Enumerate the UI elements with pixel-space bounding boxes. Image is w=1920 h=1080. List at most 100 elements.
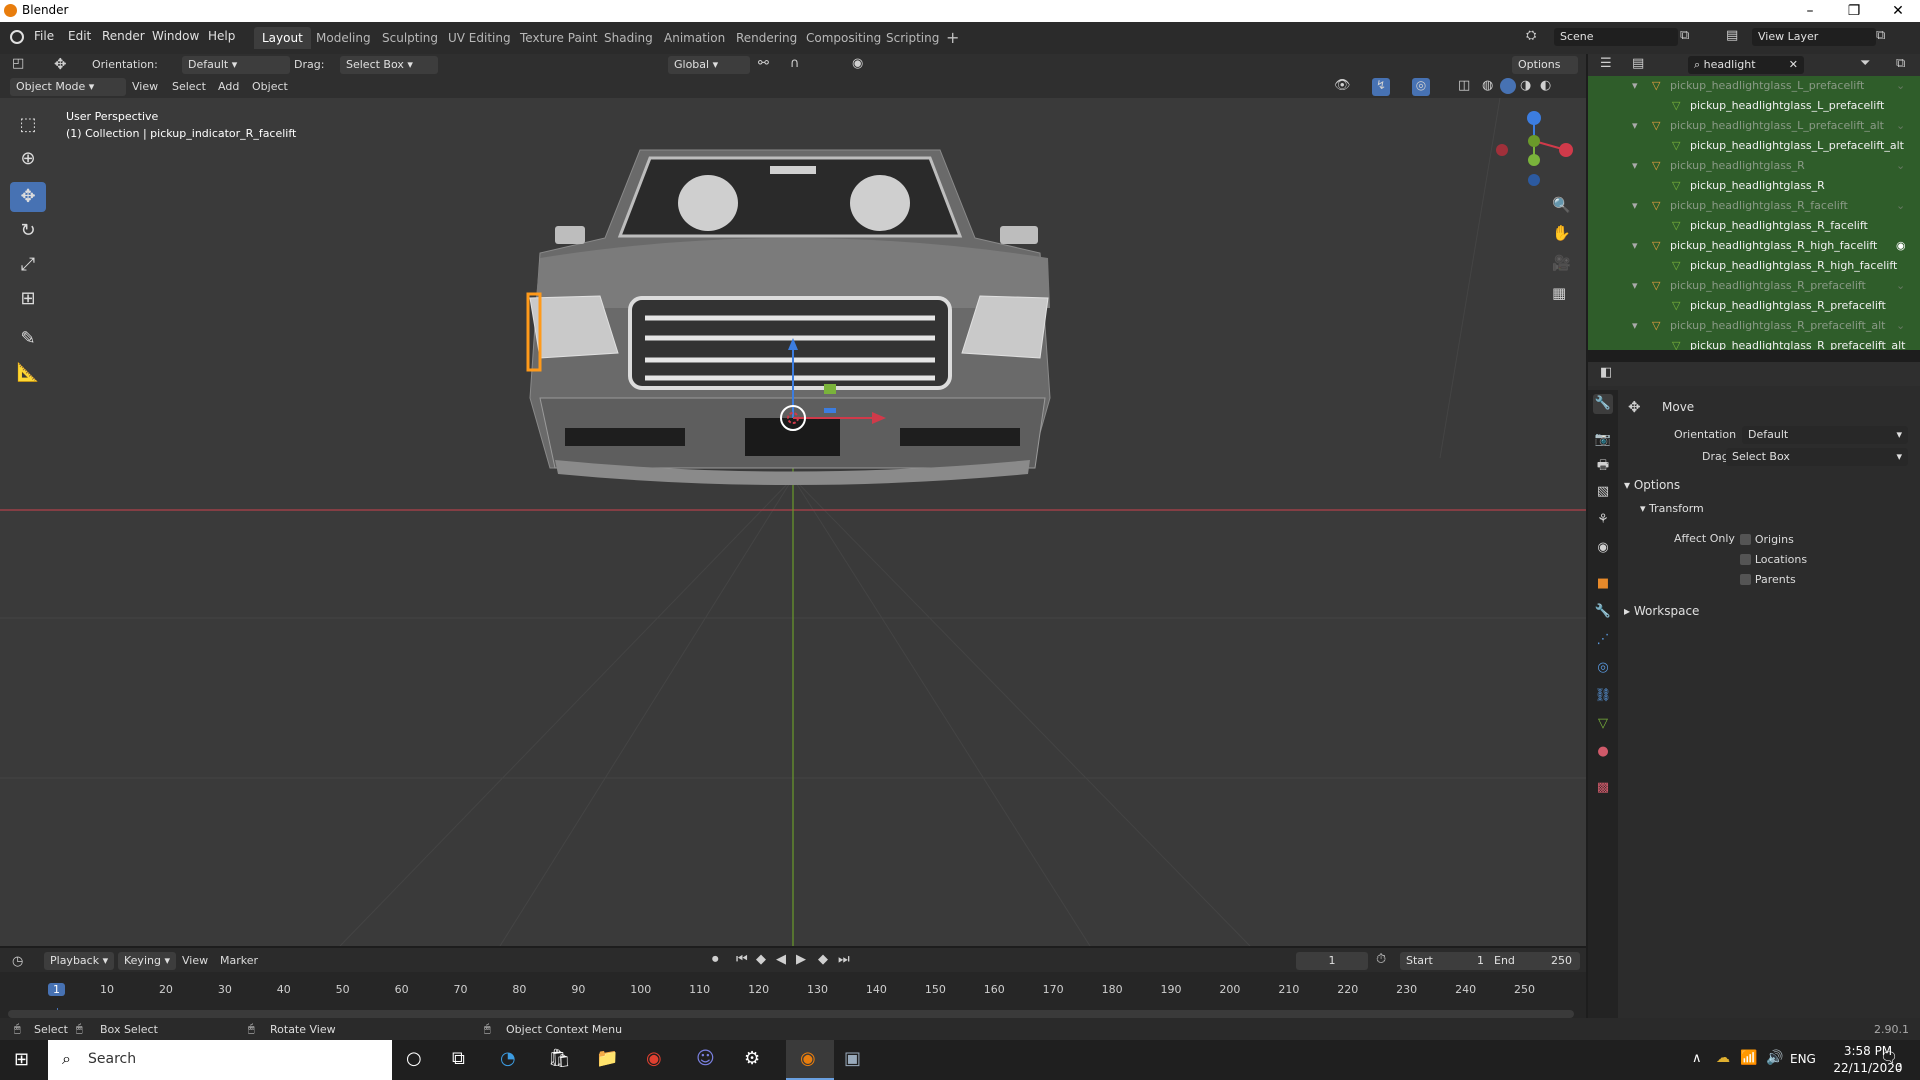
file-explorer-icon[interactable]: 📁 [596,1048,618,1069]
output-tab-icon[interactable]: 🖶 [1593,456,1613,476]
3d-viewport[interactable]: User Perspective (1) Collection | pickup… [0,98,1586,946]
playback-menu[interactable]: Playback ▾ [44,952,115,970]
scale-tool-icon[interactable]: ⤢ [10,250,46,280]
cursor-tool-icon[interactable]: ⊕ [10,144,46,174]
visibility-toggle-icon[interactable]: ◉ [1896,236,1906,256]
menu-render[interactable]: Render [102,29,145,43]
timeline-editor-type-icon[interactable]: ◷ [12,954,23,969]
tool-tab-icon[interactable]: 🔧 [1593,394,1613,414]
particles-tab-icon[interactable]: ⋰ [1593,630,1613,650]
outliner-row[interactable]: ▾ ▽ pickup_headlightglass_R_prefacelift_al… [1588,316,1920,336]
material-shading-icon[interactable]: ◑ [1520,78,1531,93]
jump-end-icon[interactable]: ⏭ [838,952,850,967]
display-mode-icon[interactable]: ▤ [1632,56,1644,71]
wireframe-shading-icon[interactable]: ◍ [1482,78,1493,93]
tray-chevron-icon[interactable]: ∧ [1692,1051,1702,1066]
tab-shading[interactable]: Shading [596,27,661,49]
visibility-toggle-icon[interactable]: ⌄ [1896,196,1905,216]
outliner-row[interactable]: ▽ pickup_headlightglass_R_prefacelift_alt [1588,336,1920,350]
tab-uv-editing[interactable]: UV Editing [440,27,519,49]
constraints-tab-icon[interactable]: ⛓ [1593,686,1613,706]
data-tab-icon[interactable]: ▽ [1593,714,1613,734]
scene-name-field[interactable]: Scene [1554,28,1678,46]
physics-tab-icon[interactable]: ◎ [1593,658,1613,678]
tab-rendering[interactable]: Rendering [728,27,805,49]
jump-keyframe-forward-icon[interactable]: ◆ [818,952,828,967]
drag-dropdown[interactable]: Select Box ▾ [340,56,438,74]
expand-chevron-icon[interactable]: ▾ [1632,76,1638,96]
properties-editor-type-icon[interactable]: ◧ [1600,365,1612,380]
options-dropdown[interactable]: Options [1512,56,1578,74]
transform-tool-icon[interactable]: ⊞ [10,284,46,314]
outliner-row[interactable]: ▾ ▽ pickup_headlightglass_L_prefacelift_al… [1588,116,1920,136]
transform-panel-header[interactable]: ▾ Transform [1640,502,1704,515]
material-tab-icon[interactable]: ● [1593,742,1613,762]
tab-texture-paint[interactable]: Texture Paint [512,27,605,49]
origins-checkbox[interactable]: Origins [1740,532,1794,546]
store-icon[interactable]: 🛍 [548,1048,571,1069]
visibility-toggle-icon[interactable]: ⌄ [1896,156,1905,176]
discord-icon[interactable]: ☺ [696,1048,715,1069]
visibility-icon[interactable]: 👁 [1334,78,1351,93]
overlay-toggle-icon[interactable]: ◎ [1412,78,1430,96]
view-layer-tab-icon[interactable]: ▧ [1593,482,1613,502]
outliner-search-input[interactable]: ⌕ headlight ✕ [1688,56,1804,74]
object-tab-icon[interactable]: ■ [1593,574,1613,594]
menu-help[interactable]: Help [208,29,235,43]
editor-type-icon[interactable]: ◰ [12,56,24,71]
camera-view-icon[interactable]: 🎥 [1552,254,1571,272]
edge-icon[interactable]: ◔ [500,1048,516,1069]
close-icon[interactable]: ✕ [1876,0,1920,22]
steam-icon[interactable]: ⚙ [744,1048,760,1069]
object-mode-dropdown[interactable]: Object Mode ▾ [10,78,126,96]
prop-orientation-dropdown[interactable]: Default ▾ [1742,426,1908,444]
prop-drag-dropdown[interactable]: Select Box ▾ [1726,448,1908,466]
cortana-icon[interactable]: ○ [406,1048,422,1069]
xray-icon[interactable]: ◫ [1458,78,1470,93]
language-indicator[interactable]: ENG [1790,1052,1816,1066]
expand-chevron-icon[interactable]: ▾ [1632,196,1638,216]
move-tool-button-icon[interactable]: ✥ [10,182,46,212]
blender-taskbar-icon[interactable]: ◉ [786,1040,834,1080]
menu-edit[interactable]: Edit [68,29,91,43]
scene-browse-icon[interactable]: ⛭ [1526,28,1550,48]
select-box-tool-icon[interactable]: ⬚ [10,110,46,140]
annotate-tool-icon[interactable]: ✎ [10,324,46,354]
proportional-edit-icon[interactable]: ◉ [852,56,863,71]
record-icon[interactable]: ⏺ [712,952,719,967]
timeline-scrollbar[interactable] [8,1010,1574,1018]
outliner-row[interactable]: ▾ ▽ pickup_headlightglass_R ⌄ [1588,156,1920,176]
restore-icon[interactable]: ❐ [1832,0,1876,22]
play-icon[interactable]: ▶ [796,952,806,967]
keying-menu[interactable]: Keying ▾ [118,952,176,970]
visibility-toggle-icon[interactable]: ⌄ [1896,116,1905,136]
timeline-menu-view[interactable]: View [182,954,208,967]
render-tab-icon[interactable]: 📷 [1593,430,1613,450]
tab-scripting[interactable]: Scripting [878,27,947,49]
locations-checkbox[interactable]: Locations [1740,552,1807,566]
menu-window[interactable]: Window [152,29,199,43]
tab-sculpting[interactable]: Sculpting [374,27,446,49]
outliner-row[interactable]: ▽ pickup_headlightglass_R_high_facelift [1588,256,1920,276]
tab-layout[interactable]: Layout [254,27,311,49]
visibility-toggle-icon[interactable]: ⌄ [1896,316,1905,336]
outliner-row[interactable]: ▽ pickup_headlightglass_L_prefacelift_alt [1588,136,1920,156]
solid-shading-icon[interactable] [1500,78,1516,94]
volume-icon[interactable]: 🔊 [1766,1050,1783,1066]
tab-modeling[interactable]: Modeling [308,27,379,49]
filter-icon[interactable]: ⏷ [1860,56,1870,71]
start-frame-field[interactable]: Start 1 [1400,952,1492,970]
orientation-dropdown[interactable]: Default ▾ [182,56,290,74]
windows-start-icon[interactable]: ⊞ [14,1049,29,1070]
modifier-tab-icon[interactable]: 🔧 [1593,602,1613,622]
end-frame-field[interactable]: End 250 [1488,952,1580,970]
expand-chevron-icon[interactable]: ▾ [1632,316,1638,336]
current-frame-field[interactable]: 1 [1296,952,1368,970]
viewport-menu-object[interactable]: Object [252,80,288,93]
outliner-row[interactable]: ▾ ▽ pickup_headlightglass_R_facelift ⌄ [1588,196,1920,216]
expand-chevron-icon[interactable]: ▾ [1632,116,1638,136]
parents-checkbox[interactable]: Parents [1740,572,1796,586]
transform-orientation-dropdown[interactable]: Global ▾ [668,56,750,74]
taskbar-search-box[interactable]: ⌕ Search [48,1040,392,1080]
add-workspace-icon[interactable]: + [946,28,959,47]
